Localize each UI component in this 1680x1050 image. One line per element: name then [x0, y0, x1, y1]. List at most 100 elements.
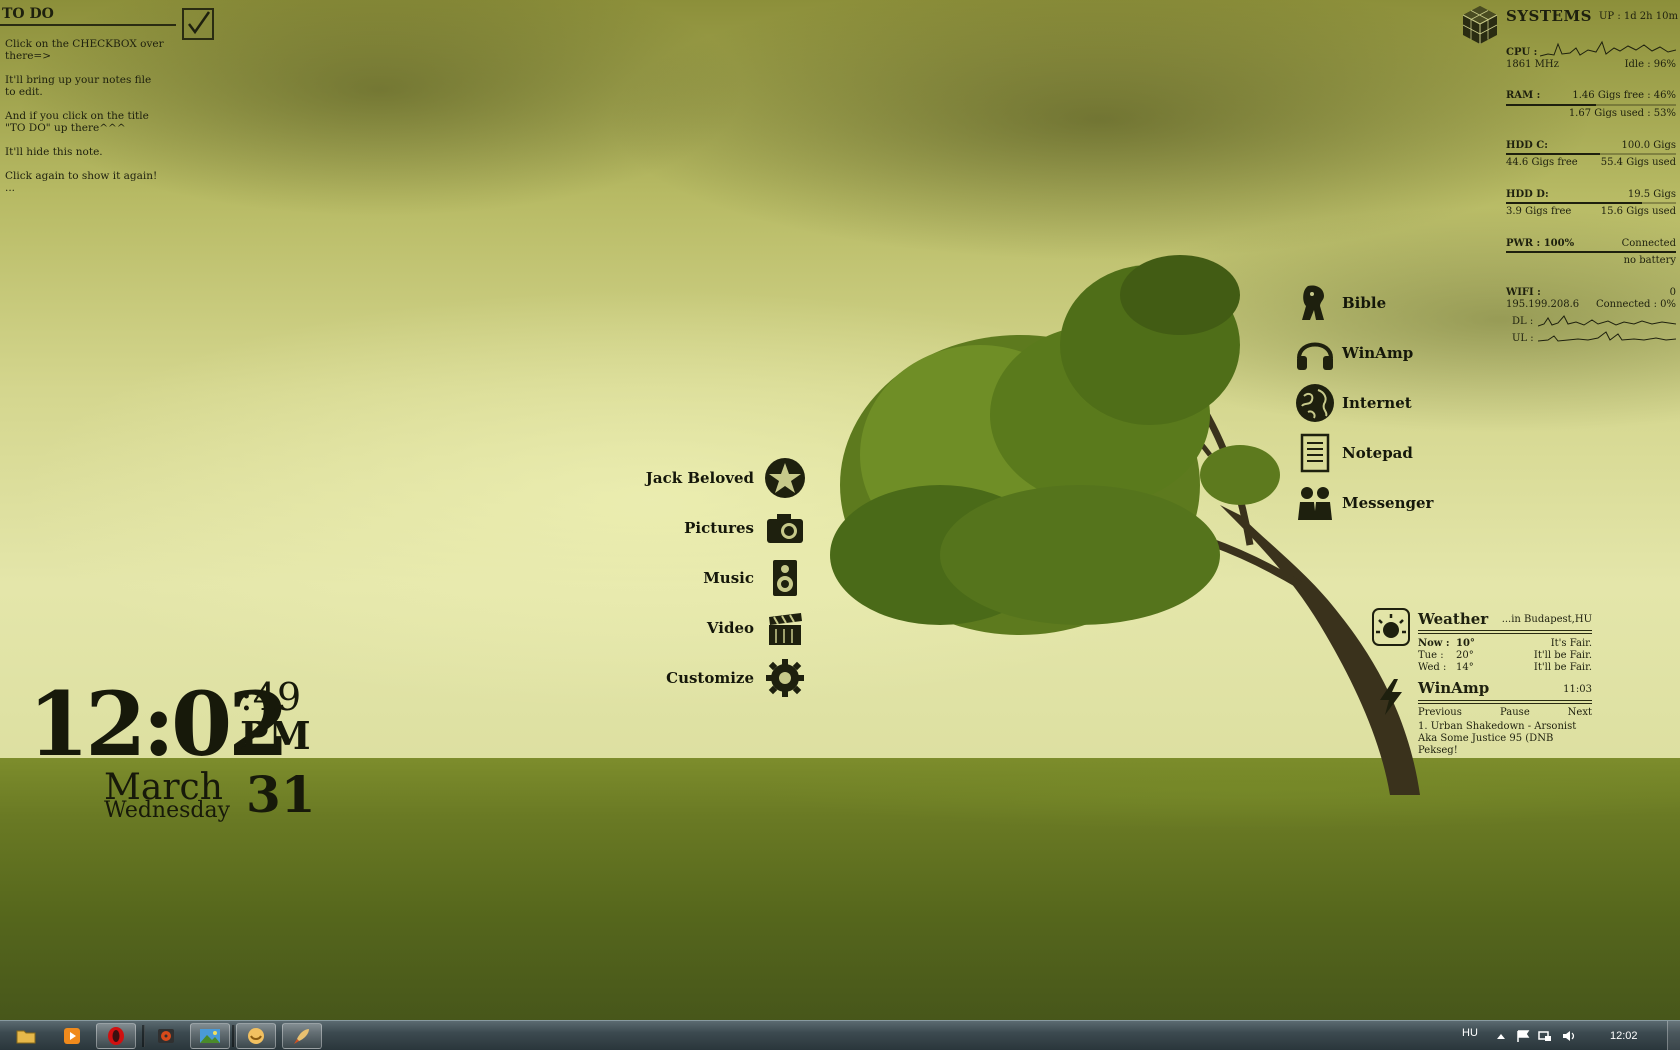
cpu-graph	[1540, 40, 1676, 57]
taskbar-nero-button[interactable]	[146, 1023, 186, 1049]
todo-divider	[0, 24, 176, 26]
launcher-label[interactable]: Jack Beloved	[646, 469, 754, 487]
flag-icon[interactable]	[1516, 1030, 1530, 1042]
hdd-c-bar	[1506, 153, 1676, 155]
winamp-divider	[1418, 703, 1592, 704]
winamp-previous-button[interactable]: Previous	[1418, 707, 1462, 718]
taskbar-opera-button[interactable]	[96, 1023, 136, 1049]
checkmark-icon	[188, 11, 211, 35]
clock-day: 31	[246, 765, 316, 824]
launcher-item-pictures[interactable]: Pictures	[600, 505, 810, 551]
launcher-label[interactable]: Notepad	[1342, 444, 1413, 462]
launcher-item-bible[interactable]: Bible	[1294, 280, 1494, 326]
forecast-temp: 20°	[1456, 650, 1474, 661]
media-player-icon	[64, 1028, 80, 1044]
people-icon[interactable]	[1294, 482, 1336, 524]
weather-divider	[1418, 630, 1592, 631]
opera-icon	[108, 1027, 124, 1045]
lion-icon[interactable]	[1294, 282, 1336, 324]
forecast-temp: 10°	[1456, 638, 1475, 649]
ram-used-row: 1.67 Gigs used : 53%	[1506, 108, 1676, 120]
clapperboard-icon[interactable]	[764, 607, 806, 649]
launcher-item-internet[interactable]: Internet	[1294, 380, 1494, 426]
weather-title: Weather	[1418, 610, 1489, 628]
wifi-ip: 195.199.208.6	[1506, 299, 1580, 310]
launcher-label[interactable]: Video	[707, 619, 754, 637]
launcher-item-notepad[interactable]: Notepad	[1294, 430, 1494, 476]
taskbar-separator	[232, 1025, 235, 1047]
weather-location: ...in Budapest,HU	[1501, 614, 1592, 625]
speaker-icon[interactable]	[764, 557, 806, 599]
launcher-label[interactable]: WinAmp	[1342, 344, 1413, 362]
hdd-d-row: HDD D: 19.5 Gigs	[1506, 189, 1676, 201]
download-label: DL :	[1512, 316, 1534, 327]
forecast-row: Tue : 20° It'll be Fair.	[1418, 650, 1592, 662]
taskbar-clock[interactable]: 12:02	[1610, 1030, 1638, 1042]
weather-widget: Weather ...in Budapest,HU Now : 10° It's…	[1372, 608, 1592, 758]
power-row: PWR : 100% Connected	[1506, 238, 1676, 250]
taskbar-rocket-button[interactable]	[282, 1023, 322, 1049]
photo-icon	[200, 1029, 220, 1043]
upload-label: UL :	[1512, 333, 1534, 344]
launcher-item-messenger[interactable]: Messenger	[1294, 480, 1494, 526]
launcher-label[interactable]: Pictures	[684, 519, 754, 537]
taskbar-app-button[interactable]	[236, 1023, 276, 1049]
ram-bar	[1506, 104, 1676, 106]
volume-icon[interactable]	[1562, 1030, 1576, 1042]
launcher-label[interactable]: Music	[703, 569, 754, 587]
taskbar-media-player-button[interactable]	[52, 1023, 92, 1049]
hdd-c-label: HDD C:	[1506, 140, 1548, 151]
cube-icon	[1462, 6, 1498, 44]
launcher-label[interactable]: Bible	[1342, 294, 1386, 312]
hdd-c-free: 44.6 Gigs free	[1506, 157, 1578, 168]
forecast-row: Now : 10° It's Fair.	[1418, 638, 1592, 650]
forecast-condition: It'll be Fair.	[1533, 662, 1592, 673]
network-icon[interactable]	[1538, 1030, 1552, 1042]
rocket-icon	[294, 1029, 309, 1044]
gear-icon[interactable]	[764, 657, 806, 699]
cpu-label: CPU :	[1506, 47, 1538, 58]
download-graph	[1538, 315, 1676, 327]
ram-label: RAM :	[1506, 90, 1541, 101]
winamp-track: 1. Urban Shakedown - Arsonist Aka Some J…	[1418, 721, 1577, 756]
taskbar-explorer-button[interactable]	[6, 1023, 46, 1049]
launcher-item-customize[interactable]: Customize	[600, 655, 810, 701]
launcher-item-jack-beloved[interactable]: Jack Beloved	[600, 455, 810, 501]
hdd-d-usage-row: 3.9 Gigs free 15.6 Gigs used	[1506, 206, 1676, 218]
language-indicator[interactable]: HU	[1462, 1027, 1478, 1039]
hdd-c-usage-row: 44.6 Gigs free 55.4 Gigs used	[1506, 157, 1676, 169]
todo-line: It'll hide this note.	[5, 146, 103, 158]
hdd-d-free: 3.9 Gigs free	[1506, 206, 1572, 217]
wifi-status: Connected : 0%	[1596, 299, 1676, 310]
winamp-divider	[1418, 700, 1592, 701]
weather-sun-icon	[1372, 608, 1410, 646]
launcher-item-video[interactable]: Video	[600, 605, 810, 651]
todo-title[interactable]: TO DO	[2, 6, 54, 22]
show-desktop-button[interactable]	[1667, 1021, 1680, 1050]
hdd-d-used: 15.6 Gigs used	[1600, 206, 1676, 217]
notepad-icon[interactable]	[1294, 432, 1336, 474]
globe-icon[interactable]	[1294, 382, 1336, 424]
launcher-item-music[interactable]: Music	[600, 555, 810, 601]
forecast-temp: 14°	[1456, 662, 1474, 673]
app-icon	[248, 1028, 264, 1044]
taskbar-photo-button[interactable]	[190, 1023, 230, 1049]
launcher-label[interactable]: Customize	[666, 669, 754, 687]
launcher-label[interactable]: Internet	[1342, 394, 1412, 412]
todo-line: Click again to show it again!	[5, 170, 158, 182]
cpu-row: 1861 MHz Idle : 96%	[1506, 59, 1676, 71]
camera-icon[interactable]	[764, 507, 806, 549]
winamp-next-button[interactable]: Next	[1568, 707, 1592, 718]
todo-checkbox[interactable]	[182, 8, 214, 40]
launcher-item-winamp[interactable]: WinAmp	[1294, 330, 1494, 376]
winamp-pause-button[interactable]: Pause	[1500, 707, 1530, 718]
hdd-d-bar-fill	[1506, 202, 1642, 204]
headphones-icon[interactable]	[1294, 332, 1336, 374]
wifi-value: 0	[1669, 287, 1676, 298]
power-label: PWR : 100%	[1506, 238, 1575, 249]
todo-line: And if you click on the title "TO DO" up…	[5, 110, 149, 134]
launcher-label[interactable]: Messenger	[1342, 494, 1433, 512]
chevron-up-icon[interactable]	[1494, 1030, 1508, 1042]
winamp-title: WinAmp	[1418, 679, 1490, 697]
star-icon[interactable]	[764, 457, 806, 499]
